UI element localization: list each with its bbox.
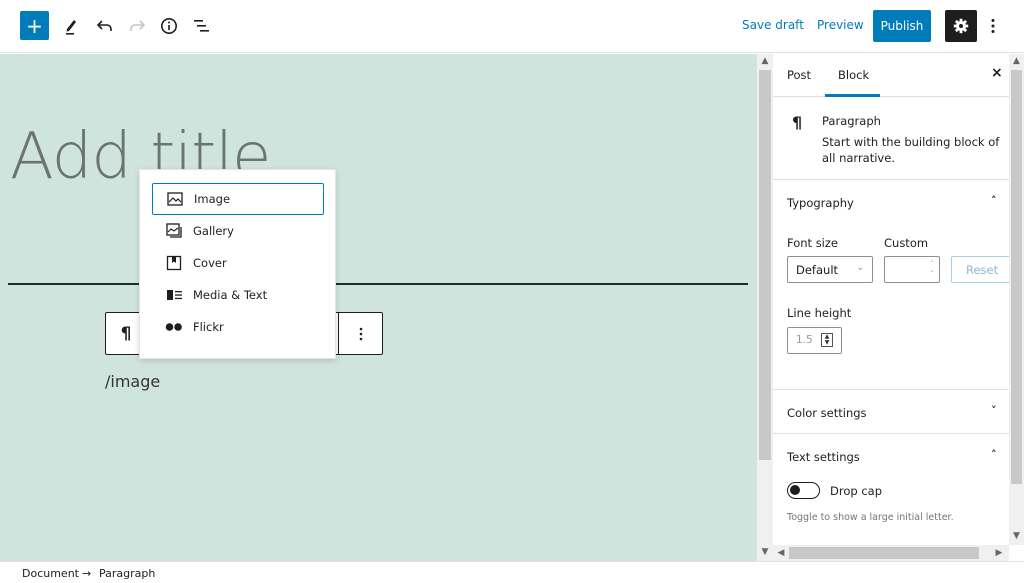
block-breadcrumb: Document → Paragraph <box>0 561 1024 583</box>
drop-cap-help: Toggle to show a large initial letter. <box>787 512 954 523</box>
canvas-scrollbar[interactable]: ▲ ▼ <box>757 54 773 561</box>
close-sidebar-button[interactable]: × <box>991 65 1003 81</box>
font-size-value: Default <box>796 263 839 277</box>
chevron-down-icon[interactable]: ˅ <box>991 404 997 417</box>
editor-header: + Save draft Preview Publish <box>0 0 1024 53</box>
preview-button[interactable]: Preview <box>817 18 864 32</box>
autocomplete-item-image[interactable]: Image <box>152 183 324 215</box>
line-height-label: Line height <box>787 306 852 320</box>
cover-icon <box>165 255 183 271</box>
redo-icon <box>130 20 146 31</box>
info-icon <box>161 18 177 34</box>
autocomplete-item-cover[interactable]: Cover <box>152 247 324 279</box>
more-vertical-icon <box>991 19 995 33</box>
separator-line <box>8 283 748 285</box>
autocomplete-item-flickr[interactable]: Flickr <box>152 311 324 343</box>
settings-sidebar: Post Block × ¶ Paragraph Start with the … <box>773 54 1009 545</box>
color-settings-panel[interactable]: Color settings ˅ <box>773 390 1009 434</box>
block-options-button[interactable] <box>338 313 382 354</box>
gallery-icon <box>165 223 183 239</box>
autocomplete-item-media-text[interactable]: Media & Text <box>152 279 324 311</box>
block-card-description: Start with the building block of all nar… <box>822 135 1000 165</box>
list-view-button[interactable] <box>189 12 215 40</box>
add-block-button[interactable]: + <box>20 11 49 40</box>
paragraph-block[interactable]: /image <box>105 372 160 391</box>
sidebar-vertical-scrollbar[interactable]: ▲ ▼ <box>1009 54 1024 545</box>
flickr-icon <box>165 319 183 335</box>
redo-button[interactable] <box>124 12 150 40</box>
paragraph-icon: ¶ <box>120 323 132 344</box>
custom-size-input[interactable]: ˄ ˅ <box>884 256 940 283</box>
scroll-down-icon[interactable]: ▼ <box>1009 531 1024 541</box>
save-draft-button[interactable]: Save draft <box>742 18 804 32</box>
editor-canvas: Add title ¶ /image Image Gallery Cover M… <box>0 54 757 561</box>
scrollbar-thumb[interactable] <box>789 547 979 559</box>
font-size-label: Font size <box>787 236 838 250</box>
spinner-icon[interactable]: ˄ ˅ <box>931 259 935 279</box>
scrollbar-thumb[interactable] <box>1011 70 1022 484</box>
gear-icon <box>953 18 969 34</box>
scroll-left-icon[interactable]: ◀ <box>775 548 787 558</box>
text-settings-panel: Text settings ˄ Drop cap Toggle to show … <box>773 434 1009 545</box>
pencil-icon <box>66 20 76 35</box>
settings-button[interactable] <box>945 10 977 42</box>
undo-icon <box>96 20 112 31</box>
scroll-down-icon[interactable]: ▼ <box>757 547 773 557</box>
autocomplete-item-label: Gallery <box>193 224 234 238</box>
spinner-icon[interactable]: ▲ ▼ <box>821 333 833 347</box>
block-card-title: Paragraph <box>822 114 881 128</box>
drop-cap-toggle[interactable] <box>787 482 820 499</box>
breadcrumb-document[interactable]: Document <box>22 567 79 580</box>
sidebar-horizontal-scrollbar[interactable]: ◀ ▶ <box>773 545 1009 561</box>
autocomplete-item-label: Image <box>194 192 231 206</box>
sidebar-tabs: Post Block × <box>773 54 1009 97</box>
line-height-value: 1.5 <box>796 334 813 346</box>
autocomplete-item-label: Flickr <box>193 320 224 334</box>
media-text-icon <box>165 287 183 303</box>
block-card: ¶ Paragraph Start with the building bloc… <box>773 97 1009 180</box>
autocomplete-item-label: Cover <box>193 256 227 270</box>
breadcrumb-paragraph[interactable]: Paragraph <box>99 567 155 580</box>
details-button[interactable] <box>156 12 182 40</box>
chevron-up-icon[interactable]: ˄ <box>991 194 997 207</box>
image-icon <box>166 191 184 207</box>
tab-block[interactable]: Block <box>838 68 869 82</box>
more-vertical-icon <box>359 327 362 340</box>
options-button[interactable] <box>986 12 1000 40</box>
tab-post[interactable]: Post <box>787 68 811 82</box>
autocomplete-item-label: Media & Text <box>193 288 268 302</box>
scroll-right-icon[interactable]: ▶ <box>993 548 1005 558</box>
undo-button[interactable] <box>92 12 118 40</box>
chevron-up-icon[interactable]: ˄ <box>991 448 997 461</box>
plus-icon: + <box>26 13 43 38</box>
scroll-up-icon[interactable]: ▲ <box>757 56 773 66</box>
text-settings-title[interactable]: Text settings <box>787 450 860 464</box>
block-autocomplete-popover: Image Gallery Cover Media & Text Flickr <box>139 169 336 359</box>
paragraph-icon: ¶ <box>792 113 803 132</box>
drop-cap-label: Drop cap <box>830 484 882 498</box>
scroll-up-icon[interactable]: ▲ <box>1009 56 1024 66</box>
close-icon: × <box>991 65 1003 81</box>
reset-button[interactable]: Reset <box>951 256 1009 283</box>
color-settings-title[interactable]: Color settings <box>787 406 867 420</box>
autocomplete-item-gallery[interactable]: Gallery <box>152 215 324 247</box>
breadcrumb-separator: → <box>82 567 92 580</box>
line-height-input[interactable]: 1.5 ▲ ▼ <box>787 327 842 354</box>
scrollbar-thumb[interactable] <box>759 70 771 460</box>
custom-size-label: Custom <box>884 236 929 250</box>
list-view-icon <box>194 20 209 32</box>
typography-panel: Typography ˄ Font size Custom Default ⌄ … <box>773 180 1009 390</box>
font-size-select[interactable]: Default ⌄ <box>787 256 873 283</box>
typography-panel-toggle[interactable]: Typography <box>787 196 854 210</box>
publish-button[interactable]: Publish <box>873 10 931 42</box>
tools-button[interactable] <box>58 12 84 40</box>
chevron-down-icon: ⌄ <box>856 263 864 273</box>
toggle-knob <box>790 485 800 495</box>
